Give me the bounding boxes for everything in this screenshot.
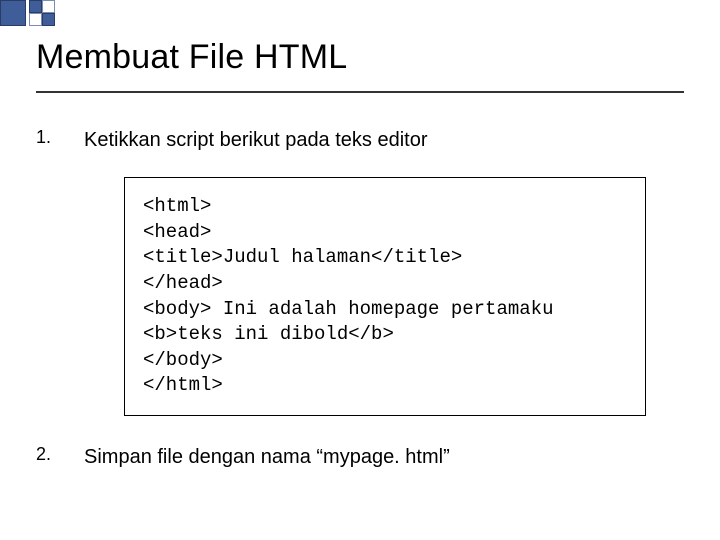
list-item: 1. Ketikkan script berikut pada teks edi… <box>36 127 684 153</box>
list-item: 2. Simpan file dengan nama “mypage. html… <box>36 444 684 470</box>
decor-sq <box>42 0 55 13</box>
instruction-list: 1. Ketikkan script berikut pada teks edi… <box>36 127 684 470</box>
list-text: Ketikkan script berikut pada teks editor <box>84 127 428 153</box>
slide-content: Membuat File HTML 1. Ketikkan script ber… <box>0 0 720 470</box>
decor-square-large <box>0 0 26 26</box>
list-number: 2. <box>36 444 84 470</box>
list-text: Simpan file dengan nama “mypage. html” <box>84 444 450 470</box>
decor-sq <box>29 13 42 26</box>
decor-sq <box>29 0 42 13</box>
decor-sq <box>42 13 55 26</box>
list-number: 1. <box>36 127 84 153</box>
slide-title: Membuat File HTML <box>36 38 684 93</box>
slide-decoration <box>0 0 55 26</box>
decor-square-grid <box>29 0 55 26</box>
code-block: <html> <head> <title>Judul halaman</titl… <box>124 177 646 416</box>
